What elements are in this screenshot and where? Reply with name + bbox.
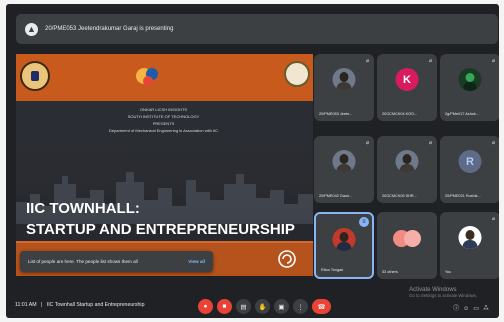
present-button[interactable]: ▣	[274, 299, 289, 314]
shared-slide: ONKAR LICSH INSIGHTS SOUTH INSTITUTE OF …	[16, 54, 313, 276]
participant-avatar	[458, 68, 482, 91]
participant-name: 2g/PMe017 Ashok...	[445, 112, 479, 116]
participant-avatar: K	[395, 68, 419, 91]
slide-header-banner	[16, 54, 313, 101]
participant-tile[interactable]: ⌀ 20/PME042 Gauri...	[314, 136, 374, 203]
activities-icon[interactable]: ⁂	[483, 306, 493, 312]
participant-tile[interactable]: ⌀ R 20/PME021 Rushik...	[440, 136, 499, 203]
self-avatar	[458, 226, 482, 249]
present-icon: ▣	[278, 303, 285, 311]
participant-avatar	[395, 150, 419, 173]
innovation-council-logo	[136, 68, 158, 86]
meeting-time: 11:01 AM	[15, 302, 37, 308]
others-count: 33 others	[382, 270, 398, 274]
participant-tile[interactable]: ⌀ 20/PME053 Jeete...	[314, 54, 374, 121]
present-screen-icon: ▲	[25, 22, 38, 36]
info-icon[interactable]: ⓘ	[453, 306, 463, 312]
participant-avatar	[332, 68, 356, 91]
mic-off-icon: ⌀	[428, 140, 432, 146]
slide-line: ONKAR LICSH INSIGHTS	[139, 107, 188, 112]
mic-off-icon: ⌀	[491, 140, 495, 146]
participant-tile[interactable]: ⌀ 20GCMCK05 SHR...	[377, 136, 437, 203]
slide-title-line2: STARTUP AND ENTREPRENEURSHIP	[26, 221, 295, 238]
slide-line: SOUTH INSTITUTE OF TECHNOLOGY	[127, 114, 200, 119]
participant-avatar	[332, 150, 356, 173]
slide-title-line1: IIC TOWNHALL:	[26, 200, 140, 217]
chat-icon[interactable]: ▭	[473, 306, 483, 312]
presenting-bar[interactable]: ▲ 20/PME053 Jeetendrakumar Garaj is pres…	[16, 14, 498, 44]
slide-line: PRESENTS	[152, 121, 175, 126]
view-all-link[interactable]: View all	[188, 259, 205, 264]
swirl-logo	[278, 250, 296, 268]
mic-toggle-button[interactable]: ●	[198, 299, 213, 314]
speaking-indicator-icon: ≡	[359, 217, 369, 227]
meeting-title: IIC Townhall Startup and Entrepreneurshi…	[46, 302, 145, 308]
slide-subtitle-lines: ONKAR LICSH INSIGHTS SOUTH INSTITUTE OF …	[76, 106, 251, 134]
participant-name: 20GCMCK05 SHR...	[382, 194, 417, 198]
meeting-info: 11:01 AM | IIC Townhall Startup and Entr…	[15, 302, 144, 308]
people-toast: List of people are here. The people list…	[20, 251, 213, 272]
presenting-text: 20/PME053 Jeetendrakumar Garaj is presen…	[45, 26, 174, 32]
institute-seal-logo	[20, 61, 50, 91]
meeting-toolbar: 11:01 AM | IIC Townhall Startup and Entr…	[6, 295, 499, 318]
more-options-button[interactable]: ⋮	[293, 299, 308, 314]
mic-off-icon: ●	[203, 303, 208, 310]
camera-off-icon: ■	[222, 303, 227, 310]
slide-title: IIC TOWNHALL: STARTUP AND ENTREPRENEURSH…	[26, 198, 313, 240]
end-call-icon: ☎	[317, 303, 326, 311]
participant-name: 20GCMCK04 KOO...	[382, 112, 418, 116]
captions-button[interactable]: ▤	[236, 299, 251, 314]
participant-name: Ritoo Tongad	[321, 268, 344, 272]
participant-tile[interactable]: ⌀ K 20GCMCK04 KOO...	[377, 54, 437, 121]
camera-toggle-button[interactable]: ■	[217, 299, 232, 314]
self-tile[interactable]: ⌀ You	[440, 212, 499, 279]
university-seal-logo	[284, 61, 310, 87]
meet-screen: ▲ 20/PME053 Jeetendrakumar Garaj is pres…	[6, 4, 499, 318]
participant-avatar: R	[458, 150, 482, 173]
mic-off-icon: ⌀	[491, 58, 495, 64]
mic-off-icon: ⌀	[428, 58, 432, 64]
others-avatar	[404, 230, 421, 247]
participant-name: 20/PME021 Rushik...	[445, 194, 481, 198]
participant-tile[interactable]: ⌀ 2g/PMe017 Ashok...	[440, 54, 499, 121]
participant-name: 20/PME053 Jeete...	[319, 112, 353, 116]
toast-message: List of people are here. The people list…	[28, 259, 138, 264]
participant-name: You	[445, 270, 452, 274]
mic-off-icon: ⌀	[491, 216, 495, 222]
meeting-info-separator: |	[40, 302, 43, 308]
mic-off-icon: ⌀	[365, 58, 369, 64]
slide-line: Department of Mechanical Engineering in …	[108, 128, 219, 133]
participant-tile-active-speaker[interactable]: ≡ Ritoo Tongad	[314, 212, 374, 279]
end-call-button[interactable]: ☎	[312, 299, 331, 314]
captions-icon: ▤	[240, 303, 247, 311]
participant-name: 20/PME042 Gauri...	[319, 194, 353, 198]
raise-hand-icon: ✋	[258, 303, 267, 311]
people-icon[interactable]: ☺	[463, 306, 473, 312]
raise-hand-button[interactable]: ✋	[255, 299, 270, 314]
more-options-icon: ⋮	[297, 303, 304, 311]
participant-avatar	[332, 228, 356, 251]
side-panel-icons: ⓘ☺▭⁂	[453, 303, 493, 312]
others-tile[interactable]: 33 others	[377, 212, 437, 279]
mic-off-icon: ⌀	[365, 140, 369, 146]
